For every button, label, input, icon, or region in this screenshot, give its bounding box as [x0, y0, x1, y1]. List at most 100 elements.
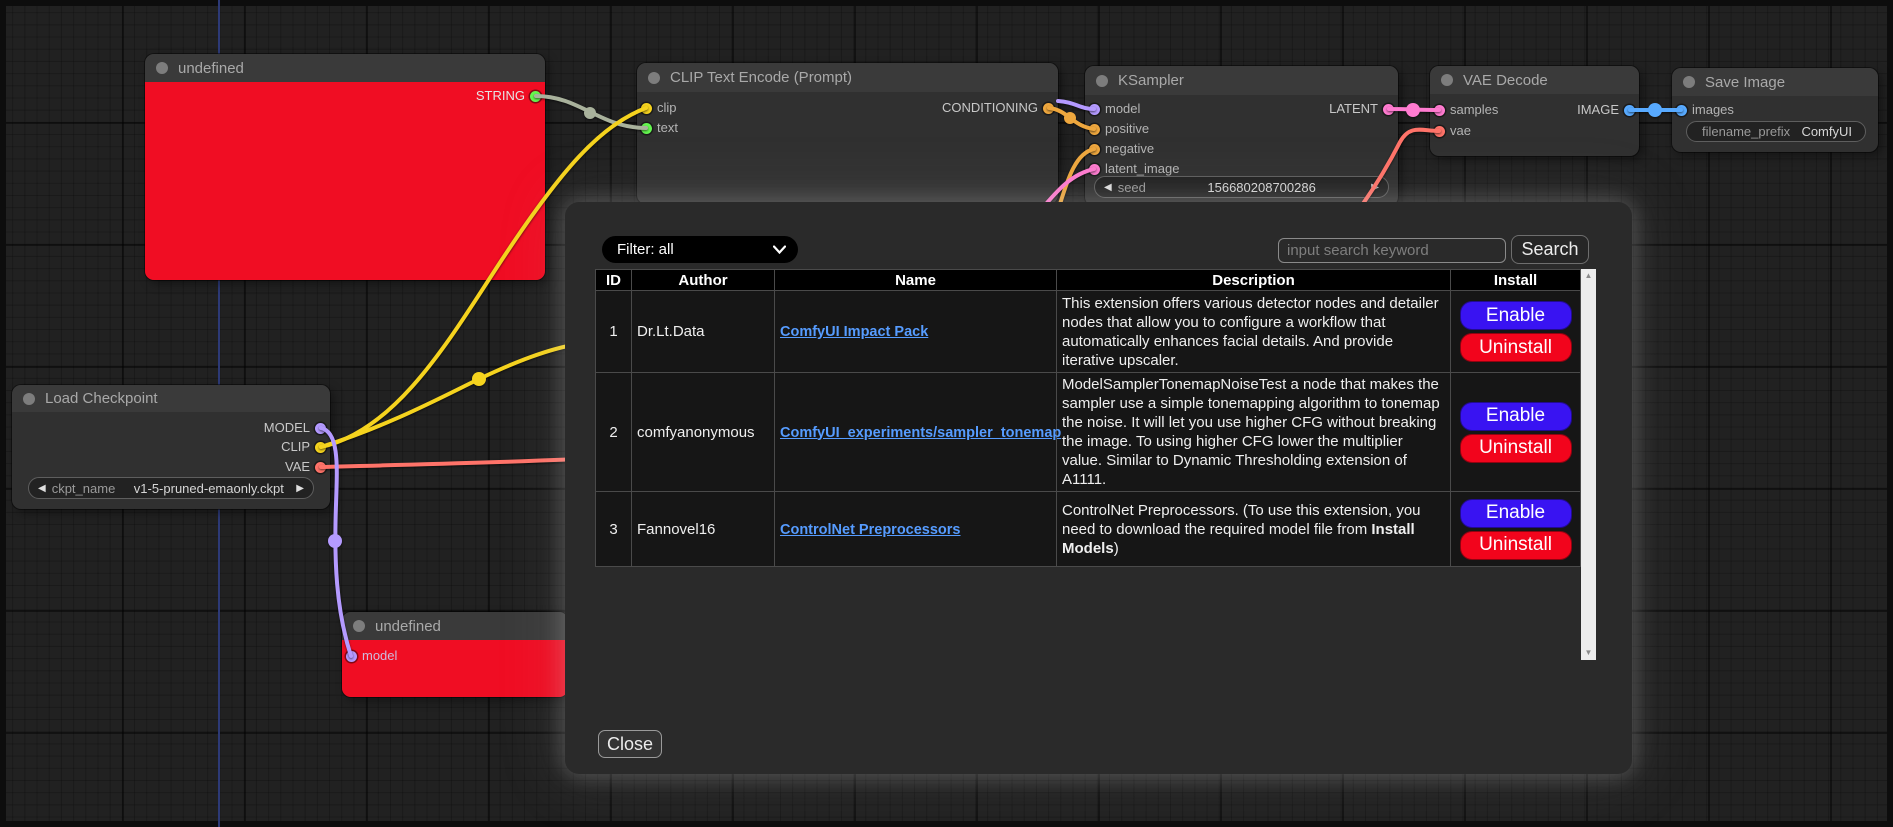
input-slot-text[interactable]: text [637, 118, 678, 138]
output-slot-image[interactable]: IMAGE [1577, 100, 1639, 120]
close-button[interactable]: Close [598, 730, 662, 758]
link-midpoint-dot[interactable] [328, 534, 342, 548]
cell-install: Enable Uninstall [1451, 492, 1581, 567]
decrement-arrow-icon[interactable]: ◀ [1104, 182, 1112, 193]
node-header[interactable]: undefined [342, 612, 568, 640]
input-slot-samples[interactable]: samples [1430, 100, 1498, 120]
node-clip-text-encode[interactable]: CLIP Text Encode (Prompt) clip text COND… [637, 63, 1058, 204]
search-button[interactable]: Search [1511, 235, 1589, 264]
error-node-body [145, 82, 545, 280]
description-text: ) [1114, 540, 1119, 557]
input-slot-clip[interactable]: clip [637, 98, 677, 118]
node-header[interactable]: undefined [145, 54, 545, 82]
node-ksampler[interactable]: KSampler model positive negative latent_… [1085, 66, 1398, 206]
uninstall-button[interactable]: Uninstall [1460, 333, 1572, 362]
cell-id: 1 [596, 291, 632, 373]
cell-description: This extension offers various detector n… [1057, 291, 1451, 373]
images-input-dot[interactable] [1676, 105, 1687, 116]
collapse-dot-icon[interactable] [353, 620, 365, 632]
node-undefined-top[interactable]: undefined STRING [145, 54, 545, 280]
increment-arrow-icon[interactable]: ▶ [296, 483, 304, 494]
extension-name-link[interactable]: ControlNet Preprocessors [780, 522, 961, 538]
input-slot-model[interactable]: model [342, 646, 397, 666]
input-slot-model[interactable]: model [1085, 99, 1140, 119]
enable-button[interactable]: Enable [1460, 402, 1572, 431]
output-slot-model[interactable]: MODEL [264, 418, 330, 438]
scroll-down-icon[interactable]: ▼ [1585, 646, 1593, 660]
link-midpoint-dot[interactable] [472, 372, 486, 386]
search-input[interactable] [1278, 238, 1506, 263]
extension-name-link[interactable]: ComfyUI Impact Pack [780, 324, 928, 340]
node-save-image[interactable]: Save Image images filename_prefix ComfyU… [1672, 68, 1878, 152]
cell-author: Fannovel16 [632, 492, 775, 567]
clip-output-dot[interactable] [315, 442, 326, 453]
node-header[interactable]: KSampler [1085, 66, 1398, 95]
output-slot-latent[interactable]: LATENT [1329, 99, 1398, 119]
model-input-dot[interactable] [1089, 104, 1100, 115]
collapse-dot-icon[interactable] [156, 62, 168, 74]
node-header[interactable]: Save Image [1672, 68, 1878, 96]
latent-image-input-dot[interactable] [1089, 164, 1100, 175]
uninstall-button[interactable]: Uninstall [1460, 531, 1572, 560]
collapse-dot-icon[interactable] [1683, 76, 1695, 88]
input-slot-vae[interactable]: vae [1430, 121, 1471, 141]
image-output-dot[interactable] [1624, 105, 1635, 116]
link-midpoint-dot[interactable] [1406, 103, 1420, 117]
output-slot-clip[interactable]: CLIP [281, 437, 330, 457]
node-header[interactable]: Load Checkpoint [12, 385, 330, 412]
link-midpoint-dot[interactable] [1064, 112, 1076, 124]
vae-input-dot[interactable] [1434, 126, 1445, 137]
node-header[interactable]: CLIP Text Encode (Prompt) [637, 63, 1058, 92]
cell-name: ComfyUI Impact Pack [775, 291, 1057, 373]
node-header[interactable]: VAE Decode [1430, 66, 1639, 94]
seed-widget[interactable]: ◀ seed 156680208700286 ▶ [1094, 176, 1389, 198]
cell-install: Enable Uninstall [1451, 373, 1581, 492]
negative-input-dot[interactable] [1089, 144, 1100, 155]
link-midpoint-dot[interactable] [1648, 103, 1662, 117]
latent-output-dot[interactable] [1383, 104, 1394, 115]
table-row: 2comfyanonymousComfyUI_experiments/sampl… [596, 373, 1581, 492]
collapse-dot-icon[interactable] [23, 393, 35, 405]
model-input-dot[interactable] [346, 651, 357, 662]
input-slot-images[interactable]: images [1672, 100, 1734, 120]
model-output-dot[interactable] [315, 423, 326, 434]
text-input-dot[interactable] [641, 123, 652, 134]
table-scrollbar[interactable]: ▲ ▼ [1581, 269, 1596, 660]
node-load-checkpoint[interactable]: Load Checkpoint MODEL CLIP VAE ◀ ckpt_na… [12, 385, 330, 509]
wire-string-to-text [536, 96, 646, 128]
column-header-install: Install [1451, 270, 1581, 291]
input-slot-positive[interactable]: positive [1085, 119, 1149, 139]
string-output-dot[interactable] [530, 91, 541, 102]
input-slot-negative[interactable]: negative [1085, 139, 1154, 159]
vae-output-dot[interactable] [315, 462, 326, 473]
manager-dialog: Filter: all Search ID Author Name Descri… [565, 202, 1632, 774]
increment-arrow-icon[interactable]: ▶ [1371, 182, 1379, 193]
ckpt-name-widget[interactable]: ◀ ckpt_name v1-5-pruned-emaonly.ckpt ▶ [28, 477, 314, 499]
clip-input-dot[interactable] [641, 103, 652, 114]
node-vae-decode[interactable]: VAE Decode samples vae IMAGE [1430, 66, 1639, 156]
enable-button[interactable]: Enable [1460, 301, 1572, 330]
collapse-dot-icon[interactable] [1441, 74, 1453, 86]
uninstall-button[interactable]: Uninstall [1460, 434, 1572, 463]
cell-name: ComfyUI_experiments/sampler_tonemap [775, 373, 1057, 492]
output-slot-vae[interactable]: VAE [285, 457, 330, 477]
collapse-dot-icon[interactable] [648, 72, 660, 84]
node-undefined-bottom[interactable]: undefined model [342, 612, 568, 697]
comfyui-canvas[interactable]: undefined STRING CLIP Text Encode (Promp… [0, 0, 1893, 827]
extension-table: ID Author Name Description Install 1Dr.L… [595, 269, 1581, 567]
column-header-name: Name [775, 270, 1057, 291]
enable-button[interactable]: Enable [1460, 499, 1572, 528]
extension-name-link[interactable]: ComfyUI_experiments/sampler_tonemap [780, 425, 1061, 441]
output-slot-string[interactable]: STRING [476, 86, 545, 106]
filter-select[interactable]: Filter: all [602, 236, 798, 263]
samples-input-dot[interactable] [1434, 105, 1445, 116]
scroll-up-icon[interactable]: ▲ [1585, 269, 1593, 283]
output-slot-conditioning[interactable]: CONDITIONING [942, 98, 1058, 118]
filename-prefix-widget[interactable]: filename_prefix ComfyUI [1686, 121, 1866, 142]
cell-description: ControlNet Preprocessors. (To use this e… [1057, 492, 1451, 567]
link-midpoint-dot[interactable] [584, 107, 596, 119]
decrement-arrow-icon[interactable]: ◀ [38, 483, 46, 494]
conditioning-output-dot[interactable] [1043, 103, 1054, 114]
positive-input-dot[interactable] [1089, 124, 1100, 135]
collapse-dot-icon[interactable] [1096, 75, 1108, 87]
